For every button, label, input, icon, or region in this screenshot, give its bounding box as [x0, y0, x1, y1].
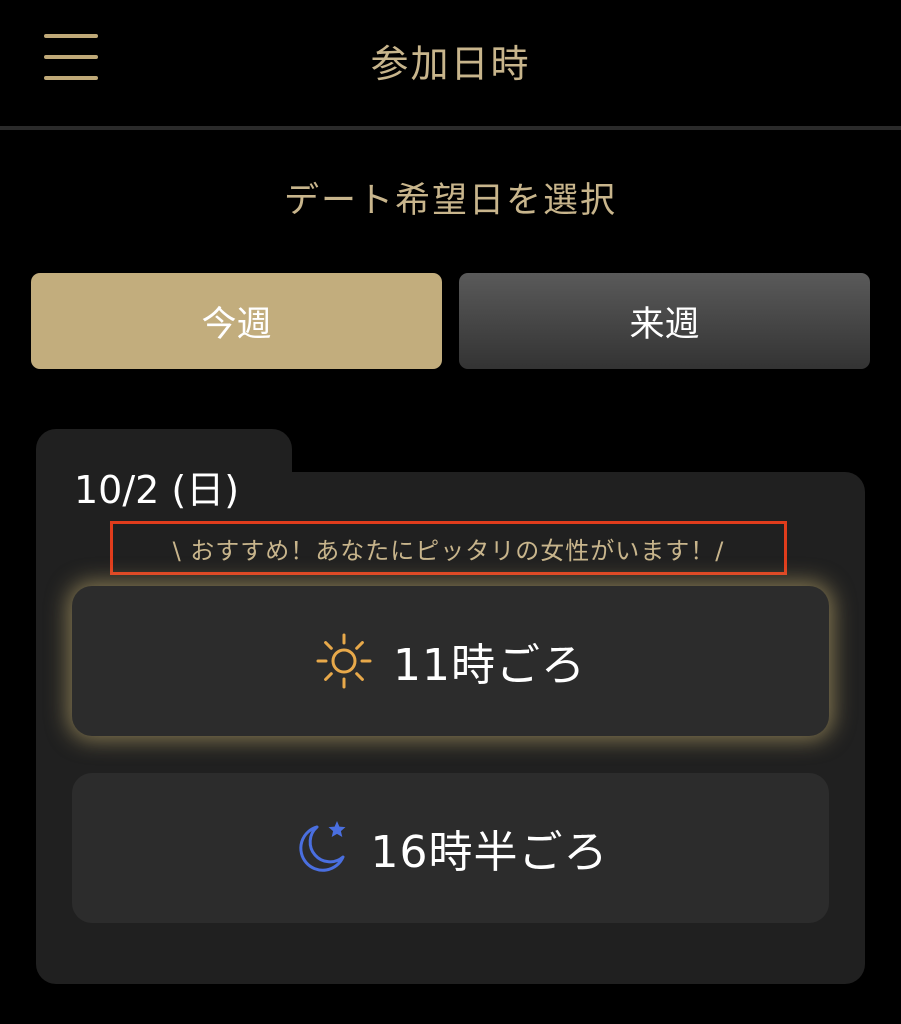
- header-divider: [0, 126, 901, 130]
- time-slot-11[interactable]: 11時ごろ: [72, 586, 829, 736]
- tab-next-week-label: 来週: [629, 304, 700, 345]
- section-title: デート希望日を選択: [283, 181, 617, 221]
- tab-this-week-label: 今週: [201, 304, 272, 345]
- time-slot-11-label: 11時ごろ: [393, 640, 586, 691]
- tab-next-week[interactable]: 来週: [459, 273, 870, 369]
- recommend-banner: \ おすすめ！あなたにピッタリの女性がいます！/: [110, 521, 787, 575]
- time-slot-1630-label: 16時半ごろ: [370, 827, 609, 878]
- date-label: 10/2 (日): [74, 468, 240, 512]
- app-header: 参加日時: [0, 0, 901, 126]
- time-slot-1630[interactable]: 16時半ごろ: [72, 773, 829, 923]
- recommend-text: \ おすすめ！あなたにピッタリの女性がいます！/: [172, 536, 725, 565]
- moon-star-icon: [298, 821, 345, 872]
- tab-this-week[interactable]: 今週: [31, 273, 442, 369]
- sun-icon: [316, 633, 372, 689]
- page-title: 参加日時: [370, 42, 531, 86]
